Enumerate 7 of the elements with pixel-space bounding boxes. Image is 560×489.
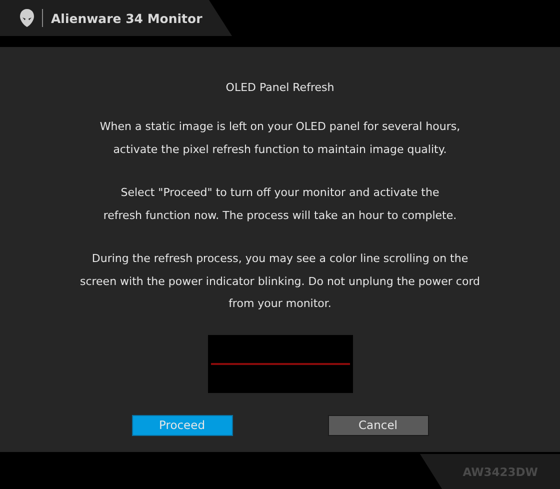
message-paragraph: Select "Proceed" to turn off your monitor and activate the refresh function now. The process will take an hour to complete. bbox=[103, 185, 457, 224]
message-paragraph: When a static image is left on your OLED panel for several hours, activate the pixel refresh function to maintain image quality. bbox=[100, 119, 460, 158]
alien-head-icon bbox=[20, 9, 34, 27]
monitor-title: Alienware 34 Monitor bbox=[51, 10, 202, 26]
dialog-title: OLED Panel Refresh bbox=[226, 81, 334, 94]
dialog-button[interactable]: Cancel bbox=[328, 414, 428, 436]
message-paragraph: During the refresh process, you may see a color line scrolling on the screen with the power indicator blinking. Do not unplung the power cord from your monitor. bbox=[80, 251, 480, 312]
